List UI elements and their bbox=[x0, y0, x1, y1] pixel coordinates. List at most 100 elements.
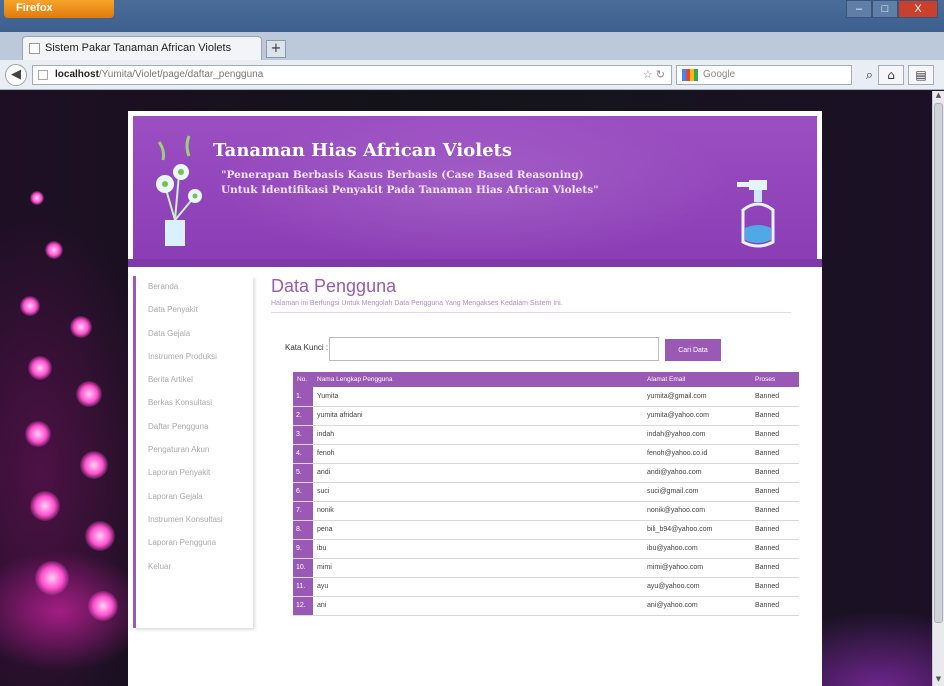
banned-link[interactable]: Banned bbox=[751, 387, 799, 407]
reload-icon[interactable]: ↻ bbox=[656, 69, 665, 81]
back-button[interactable]: ◀ bbox=[5, 64, 27, 86]
banned-link[interactable]: Banned bbox=[751, 539, 799, 559]
table-header-row: No. Nama Lengkap Pengguna Alamat Email P… bbox=[293, 372, 799, 387]
sidebar-item-pengaturan-akun[interactable]: Pengaturan Akun bbox=[136, 439, 253, 462]
banned-link[interactable]: Banned bbox=[751, 577, 799, 597]
bookmark-star-icon[interactable]: ☆ bbox=[643, 69, 653, 81]
search-label: Kata Kunci : bbox=[285, 343, 329, 352]
bokeh-light bbox=[88, 591, 118, 621]
row-number: 7. bbox=[293, 501, 313, 521]
row-number: 3. bbox=[293, 425, 313, 445]
user-email-cell: suci@gmail.com bbox=[643, 482, 751, 502]
table-row: 11. ayu ayu@yahoo.com Banned bbox=[293, 577, 799, 597]
bokeh-light bbox=[85, 521, 115, 551]
table-row: 3. indah indah@yahoo.com Banned bbox=[293, 425, 799, 445]
bokeh-light bbox=[25, 421, 51, 447]
scroll-down-icon[interactable]: ▼ bbox=[933, 675, 944, 686]
table-row: 12. ani ani@yahoo.com Banned bbox=[293, 596, 799, 616]
bookmarks-menu-button[interactable]: ▤ bbox=[908, 65, 934, 85]
scrollbar-thumb[interactable] bbox=[934, 103, 943, 623]
user-email-cell: yumita@yahoo.com bbox=[643, 406, 751, 426]
bokeh-light bbox=[28, 356, 52, 380]
page-favicon-icon bbox=[29, 43, 40, 54]
site-subtitle: "Penerapan Berbasis Kasus Berbasis (Case… bbox=[221, 168, 741, 198]
user-name-cell: fenoh bbox=[313, 444, 643, 464]
sidebar-item-laporan-gejala[interactable]: Laporan Gejala bbox=[136, 486, 253, 509]
user-name-cell: ayu bbox=[313, 577, 643, 597]
site-subtitle-line1: "Penerapan Berbasis Kasus Berbasis (Case… bbox=[221, 169, 584, 181]
url-bar[interactable]: localhost/Yumita/Violet/page/daftar_peng… bbox=[32, 65, 672, 85]
table-row: 4. fenoh fenoh@yahoo.co.id Banned bbox=[293, 444, 799, 464]
banned-link[interactable]: Banned bbox=[751, 520, 799, 540]
table-row: 8. pena bili_b94@yahoo.com Banned bbox=[293, 520, 799, 540]
row-number: 9. bbox=[293, 539, 313, 559]
user-email-cell: mimi@yahoo.com bbox=[643, 558, 751, 578]
sidebar-item-keluar[interactable]: Keluar bbox=[136, 556, 253, 579]
bookmarks-icon: ▤ bbox=[915, 68, 927, 82]
site-container: Tanaman Hias African Violets "Penerapan … bbox=[128, 111, 822, 686]
table-row: 1. Yumita yumita@gmail.com Banned bbox=[293, 387, 799, 407]
search-button[interactable]: Cari Data bbox=[665, 339, 721, 361]
home-icon: ⌂ bbox=[887, 68, 895, 82]
search-icon[interactable]: ⌕ bbox=[866, 67, 873, 83]
user-email-cell: fenoh@yahoo.co.id bbox=[643, 444, 751, 464]
table-row: 6. suci suci@gmail.com Banned bbox=[293, 482, 799, 502]
user-name-cell: andi bbox=[313, 463, 643, 483]
url-bar-controls: ☆ ↻ bbox=[643, 68, 665, 81]
scroll-up-icon[interactable]: ▲ bbox=[933, 91, 944, 102]
user-email-cell: andi@yahoo.com bbox=[643, 463, 751, 483]
row-number: 5. bbox=[293, 463, 313, 483]
tab-active[interactable]: Sistem Pakar Tanaman African Violets bbox=[22, 36, 262, 60]
firefox-menu-button[interactable]: Firefox bbox=[4, 0, 114, 18]
google-engine-icon[interactable] bbox=[682, 69, 698, 81]
banned-link[interactable]: Banned bbox=[751, 406, 799, 426]
sidebar-menu: Beranda Data Penyakit Data Gejala Instru… bbox=[133, 276, 253, 628]
sidebar-item-data-penyakit[interactable]: Data Penyakit bbox=[136, 299, 253, 322]
back-arrow-icon: ◀ bbox=[11, 67, 21, 82]
user-email-cell: nonik@yahoo.com bbox=[643, 501, 751, 521]
row-number: 10. bbox=[293, 558, 313, 578]
user-name-cell: ani bbox=[313, 596, 643, 616]
search-bar[interactable]: Google ⌕ bbox=[676, 65, 873, 85]
sidebar-item-berkas-konsultasi[interactable]: Berkas Konsultasi bbox=[136, 392, 253, 415]
sidebar-item-instrumen-produksi[interactable]: Instrumen Produksi bbox=[136, 346, 253, 369]
sidebar-item-daftar-pengguna[interactable]: Daftar Pengguna bbox=[136, 416, 253, 439]
bokeh-light bbox=[70, 316, 92, 338]
banned-link[interactable]: Banned bbox=[751, 558, 799, 578]
sidebar-item-laporan-penyakit[interactable]: Laporan Penyakit bbox=[136, 462, 253, 485]
row-number: 6. bbox=[293, 482, 313, 502]
row-number: 11. bbox=[293, 577, 313, 597]
navigation-toolbar: ◀ localhost/Yumita/Violet/page/daftar_pe… bbox=[0, 60, 944, 90]
page-scrollbar[interactable]: ▲ ▼ bbox=[932, 91, 944, 686]
row-number: 8. bbox=[293, 520, 313, 540]
banned-link[interactable]: Banned bbox=[751, 596, 799, 616]
home-button[interactable]: ⌂ bbox=[878, 65, 904, 85]
page-title: Data Pengguna bbox=[271, 276, 397, 296]
user-email-cell: ani@yahoo.com bbox=[643, 596, 751, 616]
site-identity-icon[interactable] bbox=[38, 70, 48, 80]
window-titlebar: Firefox – □ X bbox=[0, 0, 944, 32]
new-tab-button[interactable]: + bbox=[266, 40, 286, 58]
close-window-button[interactable]: X bbox=[898, 0, 938, 18]
banned-link[interactable]: Banned bbox=[751, 501, 799, 521]
banned-link[interactable]: Banned bbox=[751, 425, 799, 445]
sidebar-item-laporan-pengguna[interactable]: Laporan Pengguna bbox=[136, 532, 253, 555]
banned-link[interactable]: Banned bbox=[751, 463, 799, 483]
page-viewport: Tanaman Hias African Violets "Penerapan … bbox=[0, 91, 944, 686]
col-header-action: Proses bbox=[751, 372, 799, 387]
user-email-cell: ayu@yahoo.com bbox=[643, 577, 751, 597]
maximize-button[interactable]: □ bbox=[872, 0, 898, 18]
sidebar-item-beranda[interactable]: Beranda bbox=[136, 276, 253, 299]
bokeh-light bbox=[20, 296, 40, 316]
sidebar-item-data-gejala[interactable]: Data Gejala bbox=[136, 323, 253, 346]
banned-link[interactable]: Banned bbox=[751, 444, 799, 464]
sidebar-item-instrumen-konsultasi[interactable]: Instrumen Konsultasi bbox=[136, 509, 253, 532]
search-input[interactable] bbox=[329, 337, 659, 361]
user-email-cell: ibu@yahoo.com bbox=[643, 539, 751, 559]
col-header-no: No. bbox=[293, 372, 313, 387]
minimize-button[interactable]: – bbox=[846, 0, 872, 18]
banned-link[interactable]: Banned bbox=[751, 482, 799, 502]
sidebar-item-berita-artikel[interactable]: Berita Artikel bbox=[136, 369, 253, 392]
site-title: Tanaman Hias African Violets bbox=[213, 140, 512, 161]
user-email-cell: indah@yahoo.com bbox=[643, 425, 751, 445]
